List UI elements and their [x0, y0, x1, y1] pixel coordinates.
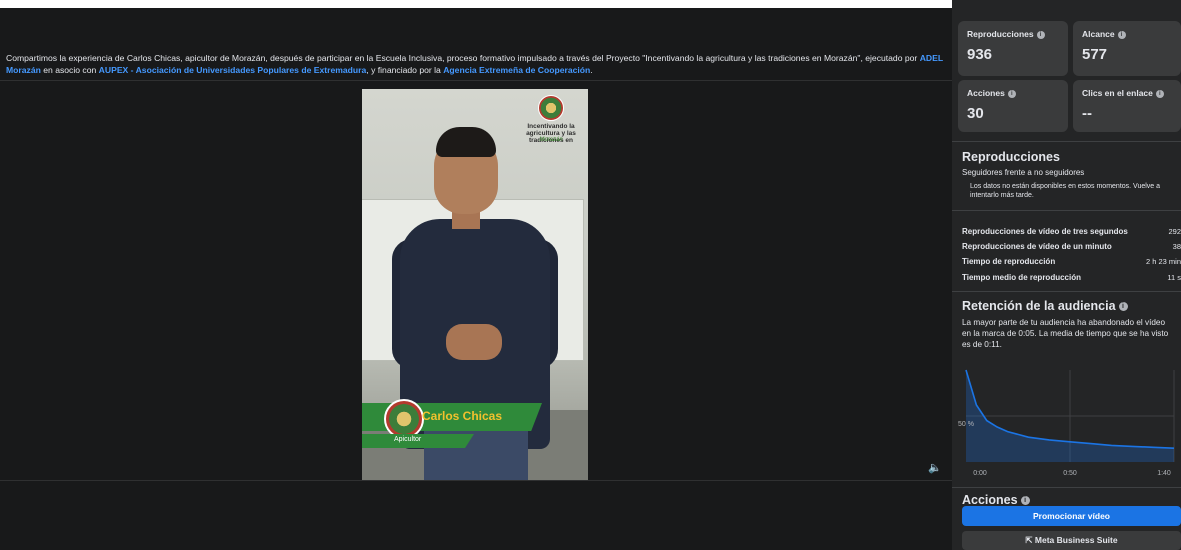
stat-row: Tiempo de reproducción 2 h 23 min [962, 257, 1181, 271]
top-strip [0, 0, 952, 8]
stat-value: 11 s [1167, 273, 1181, 282]
stat-label: Reproducciones de vídeo de tres segundos [962, 227, 1128, 236]
stat-row: Tiempo medio de reproducción 11 s [962, 273, 1181, 287]
info-icon[interactable]: i [1117, 30, 1126, 39]
caption-text: en asocio con [40, 65, 99, 75]
retention-chart: 0:00 0:50 1:40 50 % [952, 358, 1181, 482]
section-title-retencion: Retención de la audiencia i [962, 299, 1128, 313]
metric-card-acciones: Acciones i 30 [958, 80, 1068, 132]
stat-value: 38 [1172, 242, 1181, 251]
meta-business-suite-button[interactable]: ⇱ Meta Business Suite [962, 531, 1181, 550]
divider [0, 480, 952, 481]
stat-row: Reproducciones de vídeo de un minuto 38 [962, 242, 1181, 256]
info-icon[interactable]: i [1020, 496, 1030, 506]
link-agencia-extremena[interactable]: Agencia Extremeña de Cooperación [443, 65, 590, 75]
metric-card-alcance: Alcance i 577 [1073, 21, 1181, 76]
info-icon[interactable]: i [1007, 89, 1016, 98]
link-aupex[interactable]: AUPEX - Asociación de Universidades Popu… [99, 65, 367, 75]
stat-value: 292 [1168, 227, 1181, 236]
metric-label: Reproducciones i [967, 29, 1045, 39]
promote-video-button[interactable]: Promocionar vídeo [962, 506, 1181, 526]
metric-value: 936 [967, 46, 993, 63]
x-tick-label: 0:50 [1063, 470, 1077, 477]
caption-text: Compartimos la experiencia de Carlos Chi… [6, 53, 920, 63]
logo-subtext: Morazán [539, 137, 563, 143]
caption-text: , y financiado por la [366, 65, 444, 75]
metric-label: Acciones i [967, 88, 1016, 98]
divider [952, 141, 1181, 142]
section-subtitle: Seguidores frente a no seguidores [962, 168, 1085, 177]
divider [952, 291, 1181, 292]
divider [952, 487, 1181, 488]
stat-label: Tiempo medio de reproducción [962, 273, 1081, 282]
retention-summary: La mayor parte de tu audiencia ha abando… [962, 318, 1169, 349]
video-player[interactable]: Incentivando la agricultura y las tradic… [362, 89, 588, 480]
section-title-acciones: Acciones i [962, 493, 1030, 507]
info-icon[interactable]: i [1118, 302, 1128, 312]
stat-label: Tiempo de reproducción [962, 257, 1056, 266]
external-link-icon: ⇱ [1025, 535, 1035, 545]
project-logo: Incentivando la agricultura y las tradic… [518, 95, 584, 151]
metric-value: -- [1082, 105, 1092, 122]
info-icon[interactable]: i [1036, 30, 1045, 39]
stat-label: Reproducciones de vídeo de un minuto [962, 242, 1112, 251]
volume-icon[interactable]: 🔈 [928, 461, 944, 474]
badge-emblem-icon [384, 399, 424, 439]
unavailable-note: Los datos no están disponibles en estos … [970, 183, 1161, 199]
stat-value: 2 h 23 min [1145, 257, 1181, 266]
person-hands [446, 324, 502, 360]
caption-text: . [590, 65, 593, 75]
person-role: Apicultor [394, 436, 422, 443]
metric-card-clics: Clics en el enlace i -- [1073, 80, 1181, 132]
metric-label: Clics en el enlace i [1082, 88, 1164, 98]
x-tick-label: 0:00 [973, 470, 987, 477]
insights-panel: Reproducciones i 936 Alcance i 577 Accione… [952, 0, 1181, 550]
section-title-reproducciones: Reproducciones [962, 150, 1060, 164]
stat-row: Reproducciones de vídeo de tres segundos… [962, 227, 1181, 241]
metric-value: 577 [1082, 46, 1108, 63]
metric-value: 30 [967, 105, 984, 122]
person-hair [436, 127, 496, 157]
info-icon[interactable]: i [1155, 89, 1164, 98]
person-name: Carlos Chicas [422, 409, 503, 423]
logo-emblem-icon [538, 95, 564, 121]
y-tick-label: 50 % [958, 421, 974, 428]
divider [952, 210, 1181, 211]
x-tick-label: 1:40 [1157, 470, 1171, 477]
metric-label: Alcance i [1082, 29, 1126, 39]
divider [0, 80, 952, 81]
post-caption: Compartimos la experiencia de Carlos Chi… [6, 52, 946, 76]
metric-card-reproducciones: Reproducciones i 936 [958, 21, 1068, 76]
